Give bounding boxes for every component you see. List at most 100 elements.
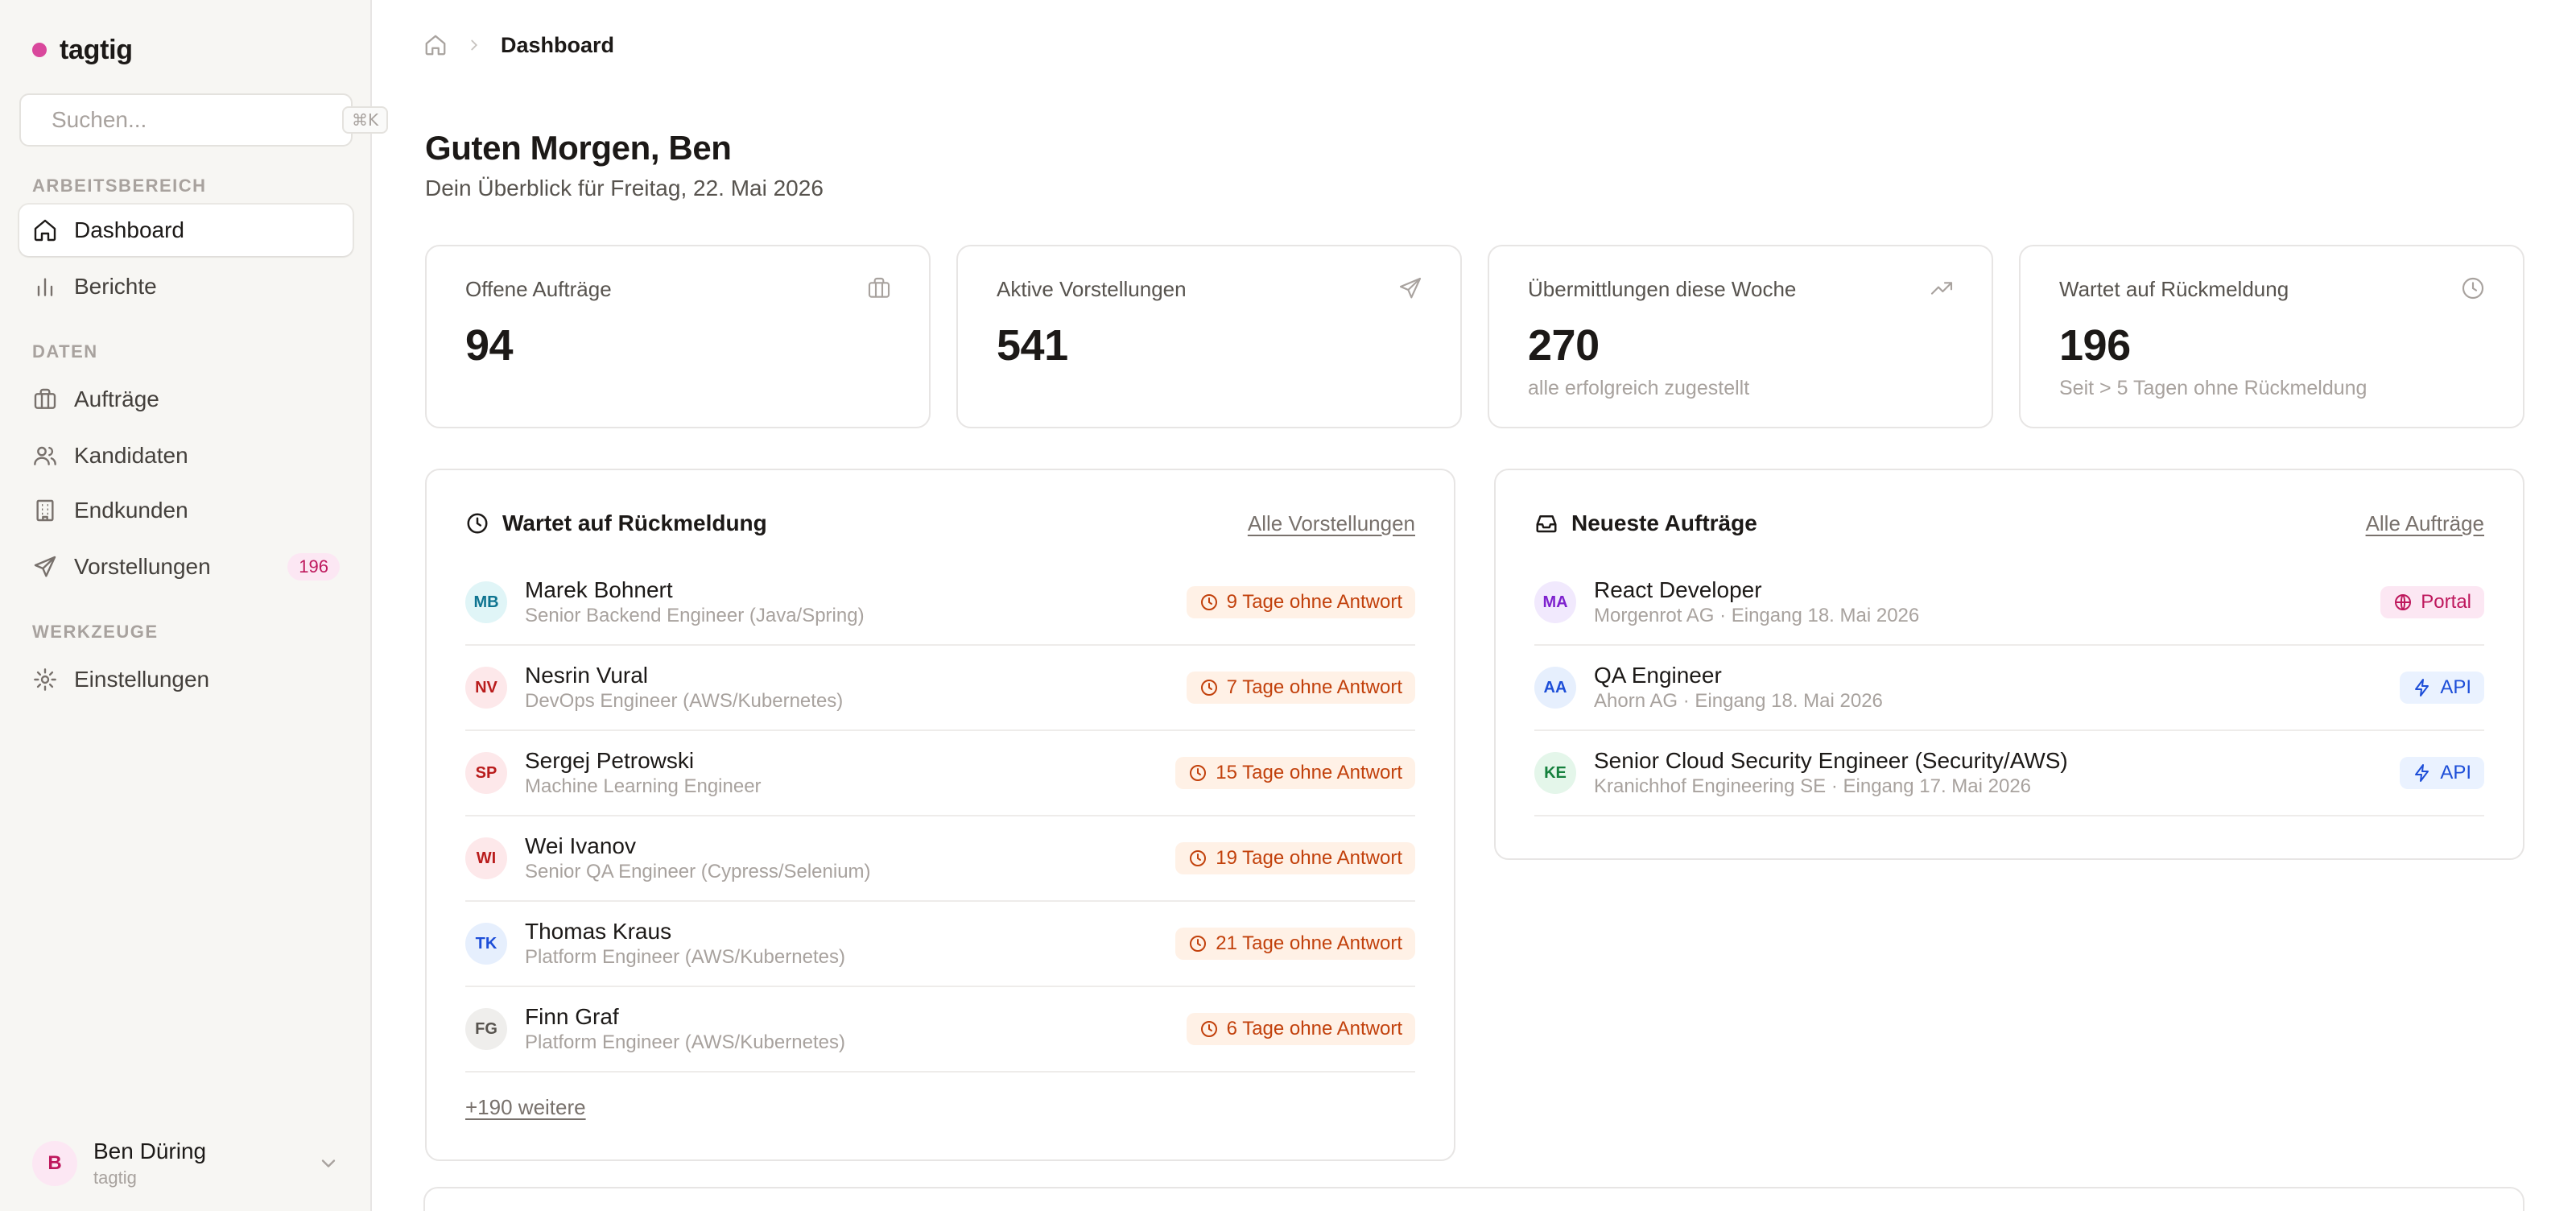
sidebar-item-label: Kandidaten [74,443,188,468]
row-title: React Developer [1594,577,1762,602]
page-title: Guten Morgen, Ben [425,129,732,167]
list-item[interactable]: TK Thomas Kraus Platform Engineer (AWS/K… [465,902,1415,987]
search-input[interactable] [52,107,342,133]
row-title: Senior Cloud Security Engineer (Security… [1594,748,2068,773]
sidebar-item-label: Vorstellungen [74,554,211,579]
sidebar-item-auftraege[interactable]: Aufträge [19,374,353,425]
sidebar-item-endkunden[interactable]: Endkunden [19,485,353,536]
stat-label: Übermittlungen diese Woche [1528,277,1797,301]
stat-card-wartet-auf-rueckmeldung: Wartet auf Rückmeldung 196 Seit > 5 Tage… [2019,245,2524,428]
building-icon [36,499,54,522]
waiting-list: MB Marek Bohnert Senior Backend Engineer… [465,560,1415,1073]
stat-card-uebermittlungen: Übermittlungen diese Woche 270 alle erfo… [1488,245,1993,428]
list-item[interactable]: AA QA Engineer Ahorn AG · Eingang 18. Ma… [1534,646,2484,731]
status-text: 21 Tage ohne Antwort [1216,932,1402,954]
sidebar-item-einstellungen[interactable]: Einstellungen [19,654,353,705]
stat-label: Wartet auf Rückmeldung [2059,277,2289,301]
avatar: B [32,1141,77,1186]
clock-icon [1200,594,1217,610]
trending-up-icon [1930,282,1953,295]
status-badge: 6 Tage ohne Antwort [1186,1013,1415,1045]
row-subtitle: Platform Engineer (AWS/Kubernetes) [525,1031,845,1053]
list-item[interactable]: MA React Developer Morgenrot AG · Eingan… [1534,560,2484,646]
stat-card-offene-auftraege: Offene Aufträge 94 [425,245,931,428]
source-badge: API [2400,757,2484,789]
row-title: Finn Graf [525,1004,619,1029]
search-box[interactable]: ⌘K [19,93,389,147]
row-title: Thomas Kraus [525,919,672,944]
avatar: MB [465,581,507,623]
row-subtitle: Morgenrot AG · Eingang 18. Mai 2026 [1594,605,1920,626]
clock-icon [1190,765,1207,781]
inbox-icon [1536,515,1557,533]
brand-name: tagtig [60,34,133,65]
avatar: NV [465,667,507,709]
list-item[interactable]: WI Wei Ivanov Senior QA Engineer (Cypres… [465,816,1415,902]
avatar: MA [1534,581,1576,623]
row-subtitle: Ahorn AG · Eingang 18. Mai 2026 [1594,690,1883,712]
brand-dot-icon [32,43,47,57]
row-title: QA Engineer [1594,663,1722,688]
brand[interactable]: tagtig [32,32,133,68]
sidebar-item-kandidaten[interactable]: Kandidaten [19,430,353,482]
user-menu[interactable]: B Ben Düring tagtig [19,1127,353,1200]
search-shortcut: ⌘K [342,106,389,134]
row-title: Marek Bohnert [525,577,673,602]
list-item[interactable]: MB Marek Bohnert Senior Backend Engineer… [465,560,1415,646]
gear-icon [34,668,56,691]
section-label-daten: DATEN [32,341,98,362]
source-text: API [2440,676,2471,698]
stat-value: 94 [465,321,514,370]
status-text: 19 Tage ohne Antwort [1216,847,1402,869]
list-item[interactable]: KE Senior Cloud Security Engineer (Secur… [1534,731,2484,816]
sidebar-item-label: Einstellungen [74,667,210,692]
row-subtitle: Machine Learning Engineer [525,775,762,797]
chevron-right-icon [471,39,478,51]
send-icon [1399,277,1422,299]
stat-note: Seit > 5 Tagen ohne Rückmeldung [2059,377,2368,399]
sidebar-item-dashboard[interactable]: Dashboard [19,205,353,256]
clock-icon [1190,850,1207,866]
source-text: Portal [2421,591,2471,613]
orders-list: MA React Developer Morgenrot AG · Eingan… [1534,560,2484,816]
avatar: KE [1534,752,1576,794]
stat-label: Aktive Vorstellungen [997,277,1187,301]
row-subtitle: Platform Engineer (AWS/Kubernetes) [525,946,845,968]
list-item[interactable]: SP Sergej Petrowski Machine Learning Eng… [465,731,1415,816]
sidebar-item-label: Berichte [74,274,157,299]
avatar: WI [465,837,507,879]
stat-value: 270 [1528,321,1600,370]
status-text: 9 Tage ohne Antwort [1226,591,1402,613]
source-badge: API [2400,672,2484,704]
status-text: 7 Tage ohne Antwort [1226,676,1402,698]
all-vorstellungen-link[interactable]: Alle Vorstellungen [1248,511,1415,536]
globe-icon [2395,594,2412,610]
home-icon[interactable] [423,33,448,57]
row-subtitle: Senior Backend Engineer (Java/Spring) [525,605,865,626]
source-text: API [2440,762,2471,783]
clock-icon [1200,680,1217,696]
row-subtitle: Kranichhof Engineering SE · Eingang 17. … [1594,775,2032,797]
vorstellungen-count-badge: 196 [287,553,340,581]
users-icon [34,446,56,465]
more-link[interactable]: +190 weitere [465,1095,586,1120]
stat-label: Offene Aufträge [465,277,612,301]
avatar: FG [465,1008,507,1050]
briefcase-icon [34,388,56,409]
breadcrumb-current: Dashboard [501,32,615,57]
list-item[interactable]: NV Nesrin Vural DevOps Engineer (AWS/Kub… [465,646,1415,731]
avatar: TK [465,923,507,965]
panel-title: Wartet auf Rückmeldung [502,510,767,535]
sidebar-item-label: Aufträge [74,386,159,411]
sidebar-item-berichte[interactable]: Berichte [19,261,353,312]
list-item[interactable]: FG Finn Graf Platform Engineer (AWS/Kube… [465,987,1415,1073]
send-icon [34,556,56,577]
status-text: 15 Tage ohne Antwort [1216,762,1402,783]
clock-icon [467,513,488,534]
sidebar-item-vorstellungen[interactable]: Vorstellungen 196 [19,541,353,593]
orders-panel: Neueste Aufträge Alle Aufträge MA React … [1494,469,2524,860]
stat-note: alle erfolgreich zugestellt [1528,377,1750,399]
clock-icon [2462,277,2484,300]
all-auftraege-link[interactable]: Alle Aufträge [2366,511,2484,536]
row-subtitle: DevOps Engineer (AWS/Kubernetes) [525,690,844,712]
